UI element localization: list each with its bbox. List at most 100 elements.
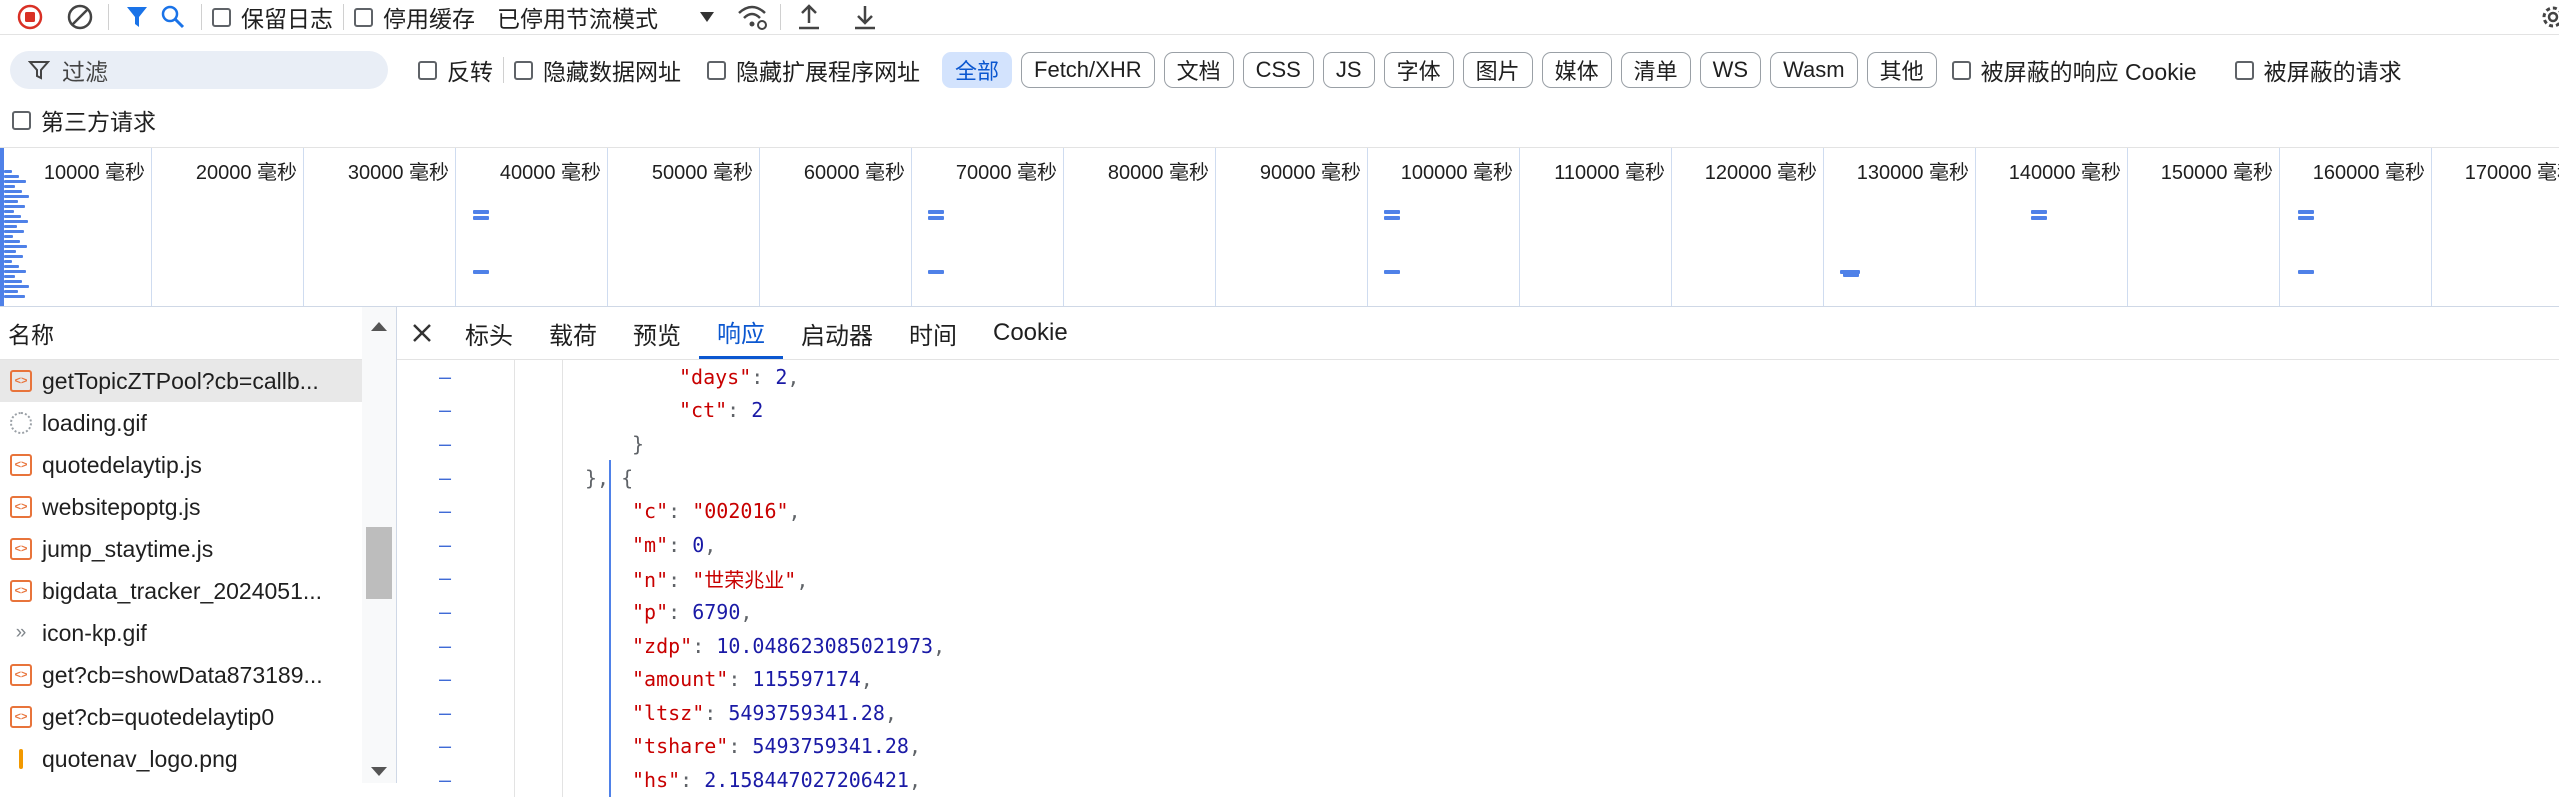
name-column-header[interactable]: 名称 [0, 307, 362, 360]
timeline-tick-label: 130000 毫秒 [1856, 162, 1969, 184]
clear-icon[interactable] [62, 0, 98, 34]
type-chip-8[interactable]: 清单 [1620, 52, 1691, 88]
type-chip-10[interactable]: Wasm [1770, 52, 1858, 88]
timeline-request-mark [4, 285, 29, 288]
request-row[interactable]: » icon-kp.gif [0, 612, 362, 654]
timeline-tick-label: 80000 毫秒 [1107, 162, 1209, 184]
tab-时间[interactable]: 时间 [891, 307, 975, 359]
hide-extension-urls-label: 隐藏扩展程序网址 [736, 59, 920, 85]
timeline-tick-label: 10000 毫秒 [43, 162, 145, 184]
request-row[interactable]: <> bigdata_tracker_2024051... [0, 570, 362, 612]
timeline-tick: 60000 毫秒 [760, 148, 912, 306]
type-chip-1[interactable]: Fetch/XHR [1021, 52, 1155, 88]
settings-gear-icon[interactable] [2535, 0, 2559, 34]
timeline-tick: 120000 毫秒 [1672, 148, 1824, 306]
throttling-select[interactable]: 已停用节流模式 [497, 0, 716, 34]
checkbox-box[interactable] [1951, 60, 1971, 80]
timeline-request-mark [4, 190, 22, 193]
tab-载荷[interactable]: 载荷 [531, 307, 615, 359]
request-row[interactable]: quotenav_logo.png [0, 738, 362, 780]
close-icon[interactable] [397, 316, 447, 350]
import-har-icon[interactable] [791, 0, 827, 34]
stop-recording-icon[interactable] [12, 0, 48, 34]
filter-input[interactable]: 过滤 [10, 51, 388, 89]
timeline-tick: 30000 毫秒 [304, 148, 456, 306]
request-row[interactable]: <> jump_staytime.js [0, 528, 362, 570]
network-conditions-icon[interactable] [734, 0, 770, 34]
response-viewer[interactable]: – "days": 2, – "ct": 2–} –}, {– "c": "002016"… [397, 360, 2559, 797]
script-file-icon: <> [10, 370, 32, 392]
request-list-scrollbar[interactable] [362, 307, 397, 783]
timeline-request-mark [4, 200, 18, 203]
type-chip-4[interactable]: JS [1322, 52, 1375, 88]
tab-Cookie[interactable]: Cookie [975, 307, 1086, 359]
script-file-icon: <> [10, 454, 32, 476]
json-punctuation: : [728, 667, 753, 692]
json-punctuation: : [668, 532, 693, 557]
checkbox-box[interactable] [2234, 60, 2254, 80]
scroll-up-icon[interactable] [369, 319, 389, 333]
request-row[interactable]: loading.gif [0, 402, 362, 444]
preserve-log-checkbox[interactable]: 保留日志 [212, 0, 333, 34]
type-chip-5[interactable]: 字体 [1383, 52, 1454, 88]
response-line: – "days": 2, [397, 360, 2559, 394]
json-punctuation: , [787, 364, 800, 389]
timeline-request-mark [4, 235, 13, 238]
timeline-overview[interactable]: 10000 毫秒 20000 毫秒 30000 毫秒 40000 毫秒 50000 毫秒… [0, 147, 2559, 307]
request-row[interactable]: <> get?cb=quotedelaytip0 [0, 696, 362, 738]
hide-data-urls-checkbox[interactable]: 隐藏数据网址 [514, 53, 681, 87]
type-chip-3[interactable]: CSS [1242, 52, 1314, 88]
line-gutter-marker: – [439, 734, 452, 759]
disable-cache-checkbox[interactable]: 停用缓存 [354, 0, 475, 34]
timeline-request-mark [4, 240, 20, 243]
type-chip-7[interactable]: 媒体 [1541, 52, 1612, 88]
json-punctuation: , [908, 734, 922, 759]
checkbox-box[interactable] [354, 7, 373, 27]
request-row[interactable]: <> get?cb=showData873189... [0, 654, 362, 696]
timeline-request-mark [4, 220, 28, 223]
line-gutter-marker: – [439, 532, 452, 557]
response-line: – "ltsz": 5493759341.28, [397, 696, 2559, 730]
scrollbar-thumb[interactable] [366, 527, 392, 599]
type-chip-6[interactable]: 图片 [1462, 52, 1533, 88]
blocked-requests-label: 被屏蔽的请求 [2263, 59, 2402, 85]
tab-响应[interactable]: 响应 [699, 307, 783, 359]
type-chip-9[interactable]: WS [1699, 52, 1762, 88]
timeline-request-mark [473, 270, 489, 274]
checkbox-box[interactable] [212, 7, 231, 27]
export-har-icon[interactable] [847, 0, 883, 34]
checkbox-box[interactable] [707, 60, 726, 80]
request-row[interactable]: <> websitepoptg.js [0, 486, 362, 528]
request-name: quotenav_logo.png [42, 745, 238, 772]
blocked-cookies-checkbox[interactable]: 被屏蔽的响应 Cookie [1951, 53, 2197, 87]
checkbox-box[interactable] [418, 60, 437, 80]
type-chip-2[interactable]: 文档 [1163, 52, 1234, 88]
filter-icon[interactable] [119, 0, 155, 34]
type-chip-0[interactable]: 全部 [942, 52, 1013, 88]
tab-预览[interactable]: 预览 [615, 307, 699, 359]
search-icon[interactable] [155, 0, 191, 34]
timeline-tick: 130000 毫秒 [1824, 148, 1976, 306]
type-chip-11[interactable]: 其他 [1866, 52, 1937, 88]
disable-cache-label: 停用缓存 [383, 6, 475, 32]
line-gutter-marker: – [439, 667, 452, 692]
blocked-requests-checkbox[interactable]: 被屏蔽的请求 [2234, 53, 2402, 87]
checkbox-box[interactable] [514, 60, 533, 80]
json-value: 2 [775, 364, 788, 389]
scroll-down-icon[interactable] [369, 765, 389, 779]
invert-checkbox[interactable]: 反转 [418, 53, 493, 87]
tab-标头[interactable]: 标头 [447, 307, 531, 359]
redirect-icon: » [15, 622, 27, 643]
request-name: jump_staytime.js [42, 535, 214, 562]
tab-启动器[interactable]: 启动器 [783, 307, 891, 359]
hide-extension-urls-checkbox[interactable]: 隐藏扩展程序网址 [707, 53, 920, 87]
checkbox-box[interactable] [12, 110, 31, 130]
request-row[interactable]: <> getTopicZTPool?cb=callb... [0, 360, 362, 402]
json-value: 2 [751, 398, 764, 423]
response-line: – "amount": 115597174, [397, 662, 2559, 696]
timeline-request-mark [4, 175, 19, 178]
timeline-tick: 10000 毫秒 [0, 148, 152, 306]
response-line-content: "ltsz": 5493759341.28, [467, 701, 897, 725]
third-party-checkbox[interactable]: 第三方请求 [12, 103, 156, 137]
request-row[interactable]: <> quotedelaytip.js [0, 444, 362, 486]
